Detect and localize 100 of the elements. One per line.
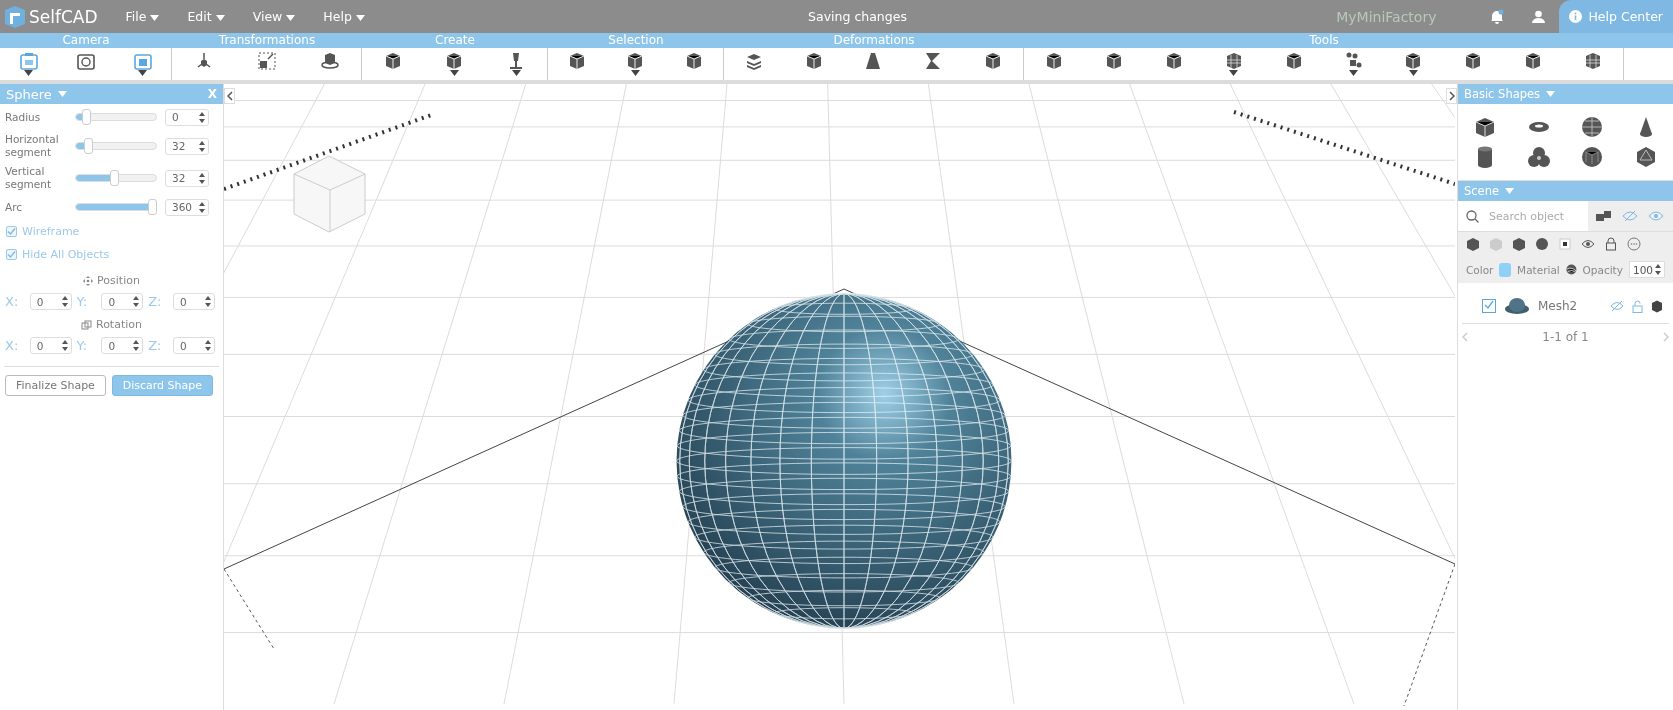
- menu-item[interactable]: View: [238, 9, 310, 24]
- number-field[interactable]: 0: [101, 293, 144, 310]
- save-status: Saving changes: [807, 9, 908, 24]
- stepper-icon[interactable]: [199, 140, 205, 152]
- eye-icon[interactable]: [1581, 237, 1595, 251]
- number-field[interactable]: 0: [173, 337, 215, 354]
- caret-icon: [150, 15, 160, 21]
- slider-thumb[interactable]: [148, 199, 157, 215]
- material-icon[interactable]: [1565, 263, 1577, 276]
- app-name: SelfCAD: [29, 6, 98, 27]
- axis-label: X:: [5, 294, 20, 309]
- number-field[interactable]: 0: [29, 293, 72, 310]
- point-icon[interactable]: [1558, 237, 1572, 251]
- number-field[interactable]: 0: [165, 108, 209, 126]
- stepper-icon[interactable]: [199, 172, 205, 184]
- stepper-icon[interactable]: [1655, 264, 1661, 275]
- more-icon[interactable]: [1627, 237, 1641, 251]
- slider-thumb[interactable]: [110, 170, 120, 186]
- material-label: Material: [1517, 263, 1560, 276]
- search-field[interactable]: Search object: [1458, 201, 1588, 231]
- menu-item[interactable]: Edit: [173, 9, 239, 24]
- caret-icon: [138, 70, 147, 76]
- slider-thumb[interactable]: [83, 138, 93, 154]
- cylinder-icon[interactable]: [1475, 146, 1494, 168]
- param-label: Arc: [5, 200, 24, 214]
- panel-title: Scene: [1464, 184, 1500, 198]
- opacity-field[interactable]: 100: [1628, 261, 1665, 278]
- section-title: Position: [97, 274, 140, 287]
- stepper-icon[interactable]: [61, 340, 68, 351]
- caret-icon: [215, 15, 225, 21]
- icosahedron-icon[interactable]: [1635, 146, 1658, 168]
- cube-icon[interactable]: [1651, 299, 1663, 313]
- color-label: Color: [1466, 263, 1494, 276]
- slider[interactable]: [75, 199, 157, 215]
- stepper-icon[interactable]: [205, 296, 211, 307]
- scene-object[interactable]: Mesh2: [1462, 283, 1669, 324]
- object-name: Mesh2: [1538, 299, 1579, 313]
- param-label: Horizontal segment: [5, 133, 60, 159]
- pagination-text: 1-1 of 1: [1542, 330, 1589, 344]
- cube-icon[interactable]: [1512, 237, 1526, 251]
- chevron-left-icon: [226, 91, 233, 101]
- stepper-icon[interactable]: [133, 340, 140, 351]
- slider-thumb[interactable]: [82, 109, 92, 125]
- chevron-right-icon: [1448, 91, 1455, 101]
- knot-icon[interactable]: [1527, 146, 1550, 168]
- toolbar-group-label: Selection: [607, 33, 665, 48]
- geosphere-icon[interactable]: [1581, 146, 1604, 168]
- caret-icon: [286, 15, 296, 21]
- user-icon: [1532, 10, 1546, 23]
- number-field[interactable]: 32: [165, 169, 209, 187]
- checkbox[interactable]: [6, 226, 17, 237]
- number-field[interactable]: 360: [165, 198, 209, 216]
- search-icon: [1466, 209, 1479, 223]
- cone-icon[interactable]: [1638, 116, 1655, 138]
- number-field[interactable]: 32: [165, 137, 209, 155]
- axis-label: Z:: [148, 338, 163, 353]
- stepper-icon[interactable]: [199, 111, 205, 123]
- sphere-icon[interactable]: [1535, 237, 1549, 251]
- color-swatch[interactable]: [1499, 262, 1512, 277]
- caret-icon: [1546, 91, 1556, 97]
- opacity-label: Opacity: [1582, 263, 1623, 276]
- axis-label: Y:: [76, 338, 89, 353]
- axis-label: X:: [5, 338, 20, 353]
- param-label: Radius: [5, 110, 42, 124]
- checkbox[interactable]: [6, 249, 17, 260]
- menu-item[interactable]: Help: [309, 9, 379, 24]
- param-label: Vertical segment: [5, 165, 53, 191]
- menu-item[interactable]: File: [111, 9, 174, 24]
- bell-icon: [1490, 9, 1505, 24]
- move-icon: [83, 275, 94, 286]
- sphere-icon[interactable]: [1581, 116, 1604, 138]
- slider[interactable]: [75, 170, 157, 186]
- number-field[interactable]: 0: [173, 293, 215, 310]
- checkbox[interactable]: [1482, 299, 1496, 313]
- slider[interactable]: [75, 109, 157, 125]
- group-icon[interactable]: [1596, 210, 1612, 222]
- axis-label: Y:: [76, 294, 89, 309]
- toolbar-group-label: Tools: [1308, 33, 1340, 48]
- panel-title: Sphere: [6, 86, 52, 102]
- rotate-icon: [75, 52, 96, 70]
- scale-icon: [256, 52, 277, 70]
- chevron-right-icon: [1663, 332, 1669, 342]
- stepper-icon[interactable]: [61, 296, 68, 307]
- stepper-icon[interactable]: [205, 340, 211, 351]
- stepper-icon[interactable]: [199, 201, 205, 213]
- collapse-right-button[interactable]: [1446, 88, 1457, 104]
- toolbar-group-label: Transformations: [217, 33, 317, 48]
- finalize-button[interactable]: Finalize Shape: [5, 375, 106, 396]
- collapse-left-button[interactable]: [224, 88, 235, 104]
- caret-icon: [1505, 188, 1515, 194]
- number-field[interactable]: 0: [101, 337, 144, 354]
- panel-title: Basic Shapes: [1464, 87, 1541, 101]
- lock-icon[interactable]: [1604, 237, 1618, 251]
- cube-icon[interactable]: [1466, 237, 1480, 251]
- slider[interactable]: [75, 138, 157, 154]
- toolbar-group-label: Deformations: [832, 33, 916, 48]
- number-field[interactable]: 0: [29, 337, 72, 354]
- cube-icon[interactable]: [1473, 116, 1496, 138]
- info-icon: [1569, 10, 1583, 23]
- stepper-icon[interactable]: [133, 296, 140, 307]
